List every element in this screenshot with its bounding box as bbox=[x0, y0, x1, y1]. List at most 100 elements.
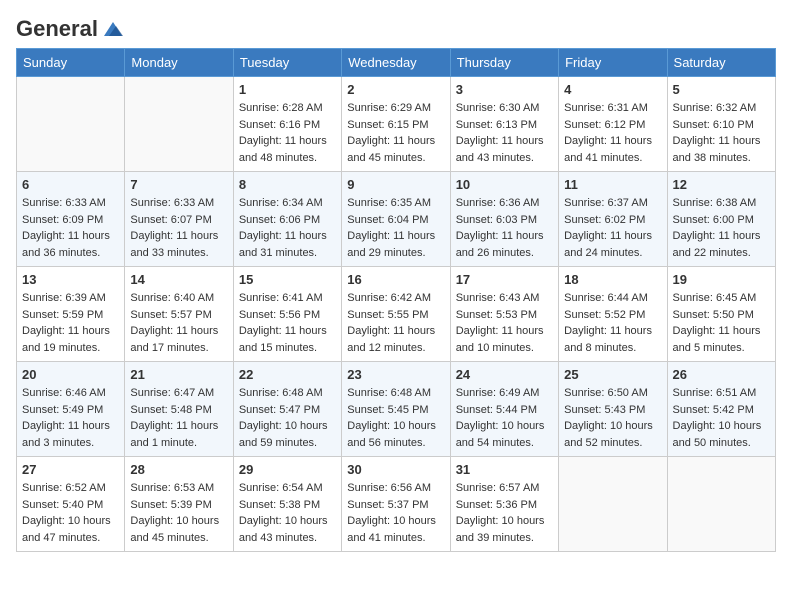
day-info: Sunrise: 6:35 AMSunset: 6:04 PMDaylight:… bbox=[347, 195, 444, 261]
day-number: 26 bbox=[673, 367, 770, 382]
logo-general: General bbox=[16, 16, 98, 42]
calendar-cell: 14Sunrise: 6:40 AMSunset: 5:57 PMDayligh… bbox=[125, 267, 233, 362]
calendar-cell bbox=[125, 77, 233, 172]
day-number: 31 bbox=[456, 462, 553, 477]
calendar-cell: 13Sunrise: 6:39 AMSunset: 5:59 PMDayligh… bbox=[17, 267, 125, 362]
calendar-cell: 20Sunrise: 6:46 AMSunset: 5:49 PMDayligh… bbox=[17, 362, 125, 457]
calendar-cell bbox=[17, 77, 125, 172]
day-info: Sunrise: 6:50 AMSunset: 5:43 PMDaylight:… bbox=[564, 385, 661, 451]
day-number: 18 bbox=[564, 272, 661, 287]
calendar-week-row: 27Sunrise: 6:52 AMSunset: 5:40 PMDayligh… bbox=[17, 457, 776, 552]
calendar-cell: 18 Sunrise: 6:44 AMSunset: 5:52 PMDayligh… bbox=[559, 267, 667, 362]
day-number: 17 bbox=[456, 272, 553, 287]
calendar-cell: 9 Sunrise: 6:35 AMSunset: 6:04 PMDaylight… bbox=[342, 172, 450, 267]
day-info: Sunrise: 6:33 AMSunset: 6:07 PMDaylight:… bbox=[130, 195, 227, 261]
day-of-week-header: Saturday bbox=[667, 49, 775, 77]
day-info: Sunrise: 6:28 AMSunset: 6:16 PMDaylight:… bbox=[239, 100, 336, 166]
day-info: Sunrise: 6:53 AMSunset: 5:39 PMDaylight:… bbox=[130, 480, 227, 546]
calendar-week-row: 13Sunrise: 6:39 AMSunset: 5:59 PMDayligh… bbox=[17, 267, 776, 362]
calendar-cell: 4 Sunrise: 6:31 AMSunset: 6:12 PMDaylight… bbox=[559, 77, 667, 172]
calendar-cell: 12 Sunrise: 6:38 AMSunset: 6:00 PMDayligh… bbox=[667, 172, 775, 267]
day-number: 8 bbox=[239, 177, 336, 192]
day-number: 23 bbox=[347, 367, 444, 382]
day-number: 13 bbox=[22, 272, 119, 287]
day-of-week-header: Sunday bbox=[17, 49, 125, 77]
day-number: 2 bbox=[347, 82, 444, 97]
day-info: Sunrise: 6:57 AMSunset: 5:36 PMDaylight:… bbox=[456, 480, 553, 546]
day-info: Sunrise: 6:36 AMSunset: 6:03 PMDaylight:… bbox=[456, 195, 553, 261]
calendar-cell: 8 Sunrise: 6:34 AMSunset: 6:06 PMDaylight… bbox=[233, 172, 341, 267]
calendar-cell: 3 Sunrise: 6:30 AMSunset: 6:13 PMDaylight… bbox=[450, 77, 558, 172]
day-info: Sunrise: 6:43 AMSunset: 5:53 PMDaylight:… bbox=[456, 290, 553, 356]
calendar-cell: 31 Sunrise: 6:57 AMSunset: 5:36 PMDayligh… bbox=[450, 457, 558, 552]
day-number: 5 bbox=[673, 82, 770, 97]
day-info: Sunrise: 6:48 AMSunset: 5:47 PMDaylight:… bbox=[239, 385, 336, 451]
day-info: Sunrise: 6:32 AMSunset: 6:10 PMDaylight:… bbox=[673, 100, 770, 166]
day-number: 9 bbox=[347, 177, 444, 192]
calendar-cell bbox=[559, 457, 667, 552]
day-number: 27 bbox=[22, 462, 119, 477]
day-number: 20 bbox=[22, 367, 119, 382]
day-of-week-header: Wednesday bbox=[342, 49, 450, 77]
calendar-week-row: 1 Sunrise: 6:28 AMSunset: 6:16 PMDaylight… bbox=[17, 77, 776, 172]
day-number: 1 bbox=[239, 82, 336, 97]
calendar-cell: 2 Sunrise: 6:29 AMSunset: 6:15 PMDaylight… bbox=[342, 77, 450, 172]
day-number: 12 bbox=[673, 177, 770, 192]
day-number: 7 bbox=[130, 177, 227, 192]
day-info: Sunrise: 6:49 AMSunset: 5:44 PMDaylight:… bbox=[456, 385, 553, 451]
calendar-cell: 26Sunrise: 6:51 AMSunset: 5:42 PMDayligh… bbox=[667, 362, 775, 457]
day-number: 29 bbox=[239, 462, 336, 477]
calendar-cell: 1 Sunrise: 6:28 AMSunset: 6:16 PMDaylight… bbox=[233, 77, 341, 172]
calendar-cell: 30 Sunrise: 6:56 AMSunset: 5:37 PMDayligh… bbox=[342, 457, 450, 552]
day-of-week-header: Friday bbox=[559, 49, 667, 77]
calendar-cell: 11 Sunrise: 6:37 AMSunset: 6:02 PMDayligh… bbox=[559, 172, 667, 267]
day-number: 11 bbox=[564, 177, 661, 192]
day-info: Sunrise: 6:31 AMSunset: 6:12 PMDaylight:… bbox=[564, 100, 661, 166]
page-header: General bbox=[16, 16, 776, 38]
calendar-cell: 24 Sunrise: 6:49 AMSunset: 5:44 PMDayligh… bbox=[450, 362, 558, 457]
day-info: Sunrise: 6:37 AMSunset: 6:02 PMDaylight:… bbox=[564, 195, 661, 261]
day-info: Sunrise: 6:48 AMSunset: 5:45 PMDaylight:… bbox=[347, 385, 444, 451]
calendar-cell: 15 Sunrise: 6:41 AMSunset: 5:56 PMDayligh… bbox=[233, 267, 341, 362]
day-info: Sunrise: 6:47 AMSunset: 5:48 PMDaylight:… bbox=[130, 385, 227, 451]
day-number: 30 bbox=[347, 462, 444, 477]
day-number: 25 bbox=[564, 367, 661, 382]
calendar-cell: 6 Sunrise: 6:33 AMSunset: 6:09 PMDaylight… bbox=[17, 172, 125, 267]
day-number: 15 bbox=[239, 272, 336, 287]
day-number: 10 bbox=[456, 177, 553, 192]
day-info: Sunrise: 6:30 AMSunset: 6:13 PMDaylight:… bbox=[456, 100, 553, 166]
logo-icon bbox=[102, 20, 124, 38]
calendar-week-row: 20Sunrise: 6:46 AMSunset: 5:49 PMDayligh… bbox=[17, 362, 776, 457]
day-of-week-header: Tuesday bbox=[233, 49, 341, 77]
calendar-cell: 29Sunrise: 6:54 AMSunset: 5:38 PMDayligh… bbox=[233, 457, 341, 552]
calendar-cell: 22 Sunrise: 6:48 AMSunset: 5:47 PMDayligh… bbox=[233, 362, 341, 457]
day-info: Sunrise: 6:29 AMSunset: 6:15 PMDaylight:… bbox=[347, 100, 444, 166]
day-number: 16 bbox=[347, 272, 444, 287]
day-number: 24 bbox=[456, 367, 553, 382]
calendar-cell: 25 Sunrise: 6:50 AMSunset: 5:43 PMDayligh… bbox=[559, 362, 667, 457]
day-number: 3 bbox=[456, 82, 553, 97]
day-info: Sunrise: 6:45 AMSunset: 5:50 PMDaylight:… bbox=[673, 290, 770, 356]
calendar-cell: 27Sunrise: 6:52 AMSunset: 5:40 PMDayligh… bbox=[17, 457, 125, 552]
day-info: Sunrise: 6:56 AMSunset: 5:37 PMDaylight:… bbox=[347, 480, 444, 546]
day-info: Sunrise: 6:41 AMSunset: 5:56 PMDaylight:… bbox=[239, 290, 336, 356]
day-number: 4 bbox=[564, 82, 661, 97]
day-number: 6 bbox=[22, 177, 119, 192]
calendar-cell: 10 Sunrise: 6:36 AMSunset: 6:03 PMDayligh… bbox=[450, 172, 558, 267]
day-info: Sunrise: 6:38 AMSunset: 6:00 PMDaylight:… bbox=[673, 195, 770, 261]
day-number: 19 bbox=[673, 272, 770, 287]
day-info: Sunrise: 6:34 AMSunset: 6:06 PMDaylight:… bbox=[239, 195, 336, 261]
day-of-week-header: Monday bbox=[125, 49, 233, 77]
day-number: 22 bbox=[239, 367, 336, 382]
calendar-cell: 19 Sunrise: 6:45 AMSunset: 5:50 PMDayligh… bbox=[667, 267, 775, 362]
day-of-week-header: Thursday bbox=[450, 49, 558, 77]
calendar-cell: 28 Sunrise: 6:53 AMSunset: 5:39 PMDayligh… bbox=[125, 457, 233, 552]
day-info: Sunrise: 6:33 AMSunset: 6:09 PMDaylight:… bbox=[22, 195, 119, 261]
day-number: 28 bbox=[130, 462, 227, 477]
calendar-cell: 21 Sunrise: 6:47 AMSunset: 5:48 PMDayligh… bbox=[125, 362, 233, 457]
calendar-header-row: SundayMondayTuesdayWednesdayThursdayFrid… bbox=[17, 49, 776, 77]
calendar-cell: 7 Sunrise: 6:33 AMSunset: 6:07 PMDaylight… bbox=[125, 172, 233, 267]
day-number: 21 bbox=[130, 367, 227, 382]
day-info: Sunrise: 6:44 AMSunset: 5:52 PMDaylight:… bbox=[564, 290, 661, 356]
calendar-cell: 23 Sunrise: 6:48 AMSunset: 5:45 PMDayligh… bbox=[342, 362, 450, 457]
